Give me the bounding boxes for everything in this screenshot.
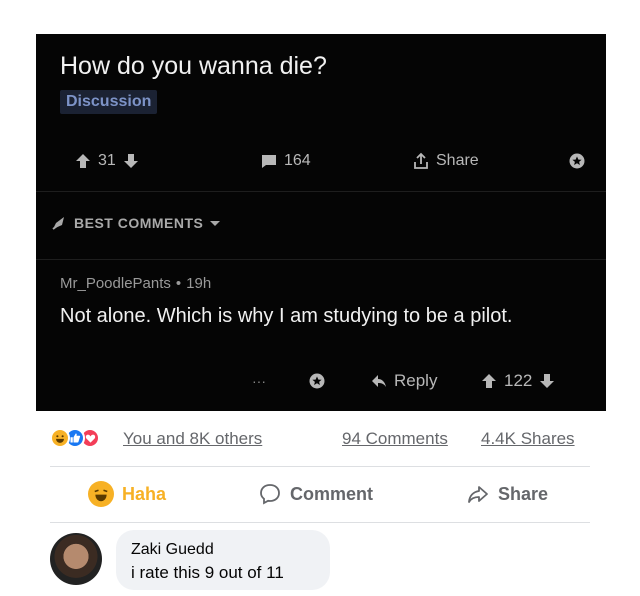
reply-button[interactable]: Reply bbox=[370, 366, 437, 396]
reaction-icons[interactable] bbox=[50, 428, 100, 448]
share-label: Share bbox=[436, 152, 479, 169]
more-icon: ··· bbox=[252, 373, 266, 389]
divider bbox=[36, 259, 606, 260]
comment-vote-count: 122 bbox=[504, 371, 533, 390]
avatar[interactable] bbox=[50, 533, 102, 585]
more-options-button[interactable]: ··· bbox=[252, 366, 266, 396]
downvote-icon[interactable] bbox=[538, 372, 556, 390]
meta-separator: • bbox=[175, 275, 182, 292]
post-comment-count: 164 bbox=[284, 152, 311, 169]
award-button[interactable] bbox=[568, 141, 586, 181]
comment-bubble-icon bbox=[258, 482, 282, 506]
comment-bubble: Zaki Guedd i rate this 9 out of 11 bbox=[116, 530, 330, 590]
comment-sort-label: BEST COMMENTS bbox=[74, 215, 204, 231]
haha-button[interactable]: Haha bbox=[88, 478, 166, 510]
share-button[interactable]: Share bbox=[466, 478, 548, 510]
comment-text: i rate this 9 out of 11 bbox=[131, 563, 284, 582]
post-vote-group: 31 bbox=[74, 141, 140, 181]
comment-action-bar: ··· Reply 122 bbox=[36, 366, 606, 396]
comment-sort-selector[interactable]: BEST COMMENTS bbox=[50, 214, 221, 232]
commenter-name[interactable]: Zaki Guedd bbox=[131, 541, 214, 559]
comment-meta: Mr_PoodlePants • 19h bbox=[60, 275, 211, 292]
reply-icon bbox=[370, 372, 388, 390]
post-share-button[interactable]: Share bbox=[412, 141, 479, 181]
comment-vote-group: 122 bbox=[480, 366, 556, 396]
comment-label: Comment bbox=[290, 483, 374, 504]
post-comments-button[interactable]: 164 bbox=[260, 141, 311, 181]
shares-count-link[interactable]: 4.4K Shares bbox=[481, 429, 575, 449]
share-label: Share bbox=[498, 483, 549, 504]
comment-author[interactable]: Mr_PoodlePants bbox=[60, 275, 171, 292]
comment-button[interactable]: Comment bbox=[258, 478, 373, 510]
comment-age: 19h bbox=[186, 275, 212, 292]
comment-icon bbox=[260, 152, 278, 170]
award-icon bbox=[568, 152, 586, 170]
comment-body: Not alone. Which is why I am studying to… bbox=[60, 305, 513, 327]
haha-label: Haha bbox=[122, 483, 167, 504]
comment-award-button[interactable] bbox=[308, 366, 326, 396]
post-title: How do you wanna die? bbox=[60, 52, 327, 80]
reddit-post-screenshot: How do you wanna die? Discussion 31 164 … bbox=[36, 34, 606, 411]
comments-count-link[interactable]: 94 Comments bbox=[342, 429, 448, 449]
rocket-icon bbox=[50, 214, 68, 232]
haha-icon bbox=[88, 481, 114, 507]
chevron-down-icon bbox=[209, 214, 221, 232]
share-icon bbox=[412, 152, 430, 170]
award-icon bbox=[308, 372, 326, 390]
haha-icon bbox=[50, 428, 70, 448]
share-arrow-icon bbox=[466, 482, 490, 506]
downvote-icon[interactable] bbox=[122, 152, 140, 170]
post-action-bar: 31 164 Share bbox=[36, 141, 606, 181]
post-vote-count: 31 bbox=[98, 152, 116, 169]
upvote-icon[interactable] bbox=[74, 152, 92, 170]
divider bbox=[50, 466, 590, 467]
divider bbox=[36, 191, 606, 192]
divider bbox=[50, 522, 590, 523]
reply-label: Reply bbox=[394, 371, 438, 390]
upvote-icon[interactable] bbox=[480, 372, 498, 390]
reactions-summary[interactable]: You and 8K others bbox=[123, 429, 262, 449]
post-flair: Discussion bbox=[60, 90, 158, 114]
